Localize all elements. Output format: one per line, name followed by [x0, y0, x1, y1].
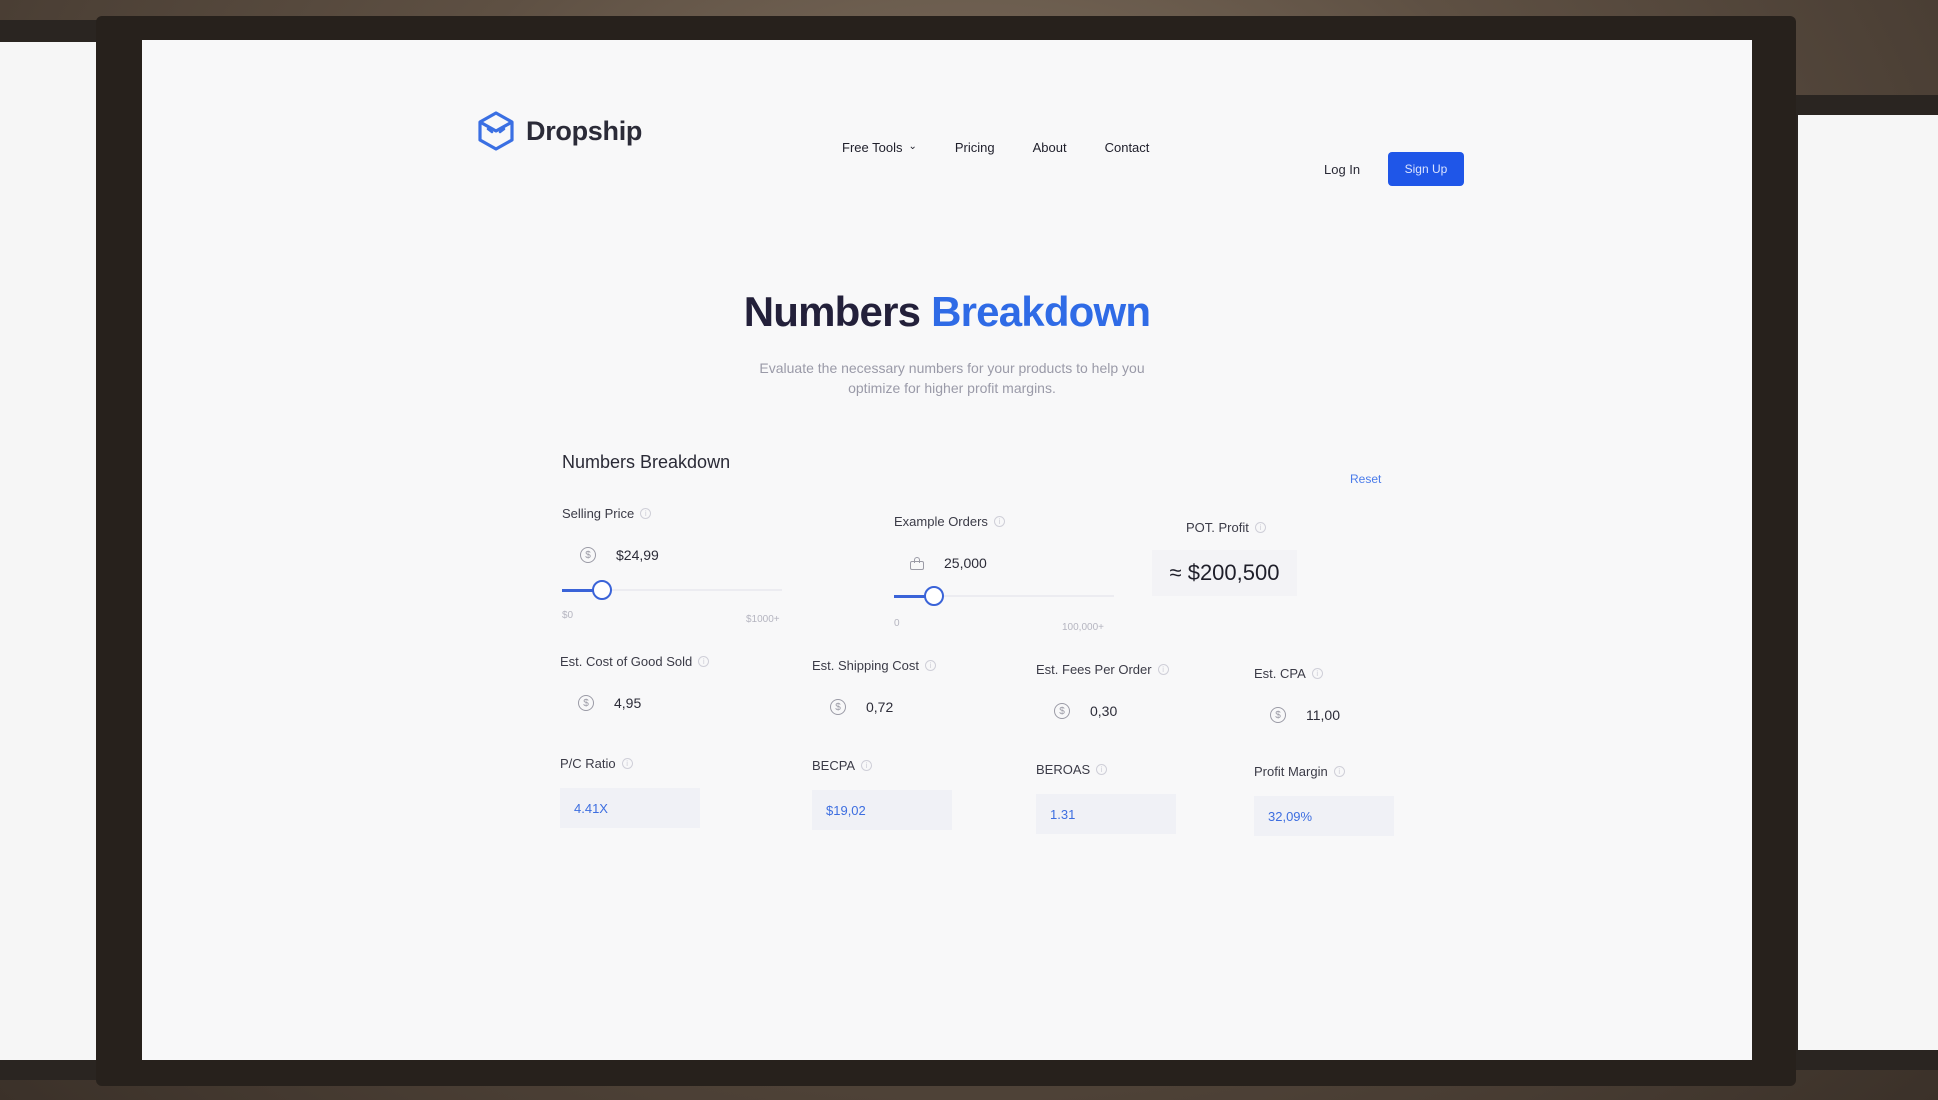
page-title-part2: Breakdown — [931, 288, 1151, 335]
nav-free-tools-label: Free Tools — [842, 140, 903, 155]
calculator-title: Numbers Breakdown — [562, 452, 731, 472]
brand-logo[interactable]: Dropship — [476, 110, 642, 152]
selling-price-input[interactable]: $ $24,99 — [580, 540, 659, 570]
page-subtitle: Evaluate the necessary numbers for your … — [759, 360, 1145, 396]
shipping-cost-label: Est. Shipping Cost i — [812, 658, 936, 673]
page-title-part1: Numbers — [743, 288, 921, 335]
cpa-label: Est. CPA i — [1254, 666, 1323, 681]
nav-contact[interactable]: Contact — [1105, 140, 1150, 155]
becpa-value: $19,02 — [812, 790, 952, 830]
example-orders-value: 25,000 — [944, 555, 987, 571]
background-monitor-right — [1780, 95, 1938, 1070]
cost-good-sold-label: Est. Cost of Good Sold i — [560, 654, 710, 669]
dollar-coin-icon: $ — [578, 695, 594, 711]
becpa-label-text: BECPA — [812, 758, 856, 773]
brand-name: Dropship — [526, 115, 643, 146]
nav-about[interactable]: About — [1033, 140, 1067, 155]
selling-price-slider[interactable] — [562, 580, 782, 600]
selling-price-label: Selling Price i — [562, 506, 652, 521]
signup-button[interactable]: Sign Up — [1388, 152, 1464, 186]
selling-price-max: $1000+ — [746, 614, 780, 625]
shopping-bag-icon — [910, 556, 924, 570]
cost-good-sold-input[interactable]: $ 4,95 — [578, 688, 641, 718]
fees-per-order-input[interactable]: $ 0,30 — [1054, 696, 1117, 726]
page-title: Numbers Breakdown — [142, 288, 1752, 336]
cpa-label-text: Est. CPA — [1254, 666, 1306, 681]
dollar-coin-icon: $ — [580, 547, 596, 563]
pc-ratio-label: P/C Ratio i — [560, 756, 633, 771]
login-link[interactable]: Log In — [1324, 162, 1360, 177]
pot-profit-label-text: POT. Profit — [1186, 520, 1249, 535]
reset-button[interactable]: Reset — [1350, 472, 1381, 486]
profit-margin-value: 32,09% — [1254, 796, 1394, 836]
fees-per-order-label-text: Est. Fees Per Order — [1036, 662, 1152, 677]
selling-price-label-text: Selling Price — [562, 506, 635, 521]
monitor-frame: Dropship Free Tools ⌄ Pricing About Cont… — [96, 16, 1796, 1086]
cpa-input[interactable]: $ 11,00 — [1270, 700, 1340, 730]
example-orders-slider[interactable] — [894, 586, 1114, 606]
selling-price-min: $0 — [562, 610, 574, 621]
info-icon[interactable]: i — [861, 760, 873, 771]
shipping-cost-input[interactable]: $ 0,72 — [830, 692, 893, 722]
screen: Dropship Free Tools ⌄ Pricing About Cont… — [142, 40, 1752, 1060]
profit-margin-label: Profit Margin i — [1254, 764, 1345, 779]
pc-ratio-value: 4.41X — [560, 788, 700, 828]
info-icon[interactable]: i — [993, 516, 1005, 527]
selling-price-value: $24,99 — [616, 547, 659, 563]
beroas-value: 1.31 — [1036, 794, 1176, 834]
profit-margin-label-text: Profit Margin — [1254, 764, 1328, 779]
nav-free-tools[interactable]: Free Tools ⌄ — [842, 140, 917, 155]
dollar-coin-icon: $ — [1270, 707, 1286, 723]
info-icon[interactable]: i — [924, 660, 936, 671]
example-orders-label: Example Orders i — [894, 514, 1005, 529]
cost-good-sold-label-text: Est. Cost of Good Sold — [560, 654, 693, 669]
dollar-coin-icon: $ — [1054, 703, 1070, 719]
pot-profit-value: ≈ $200,500 — [1152, 550, 1297, 596]
info-icon[interactable]: i — [698, 656, 710, 667]
example-orders-max: 100,000+ — [1062, 622, 1104, 633]
info-icon[interactable]: i — [1254, 522, 1266, 533]
nav-pricing[interactable]: Pricing — [955, 140, 995, 155]
fees-per-order-label: Est. Fees Per Order i — [1036, 662, 1169, 677]
example-orders-min: 0 — [894, 618, 900, 629]
info-icon[interactable]: i — [1311, 668, 1323, 679]
shipping-cost-label-text: Est. Shipping Cost — [812, 658, 919, 673]
info-icon[interactable]: i — [1333, 766, 1345, 777]
chevron-down-icon: ⌄ — [908, 141, 917, 152]
selling-price-slider-thumb[interactable] — [592, 580, 612, 600]
info-icon[interactable]: i — [1157, 664, 1169, 675]
pot-profit-label: POT. Profit i — [1186, 520, 1266, 535]
info-icon[interactable]: i — [621, 758, 633, 769]
dollar-coin-icon: $ — [830, 699, 846, 715]
example-orders-input[interactable]: 25,000 — [910, 548, 987, 578]
dropship-logo-icon — [478, 111, 514, 151]
main-nav: Free Tools ⌄ Pricing About Contact — [842, 140, 1149, 155]
becpa-label: BECPA i — [812, 758, 873, 773]
example-orders-slider-thumb[interactable] — [924, 586, 944, 606]
fees-per-order-value: 0,30 — [1090, 703, 1118, 719]
cpa-value: 11,00 — [1306, 707, 1340, 723]
example-orders-label-text: Example Orders — [894, 514, 988, 529]
cost-good-sold-value: 4,95 — [614, 695, 642, 711]
beroas-label: BEROAS i — [1036, 762, 1108, 777]
info-icon[interactable]: i — [640, 508, 652, 519]
info-icon[interactable]: i — [1096, 764, 1108, 775]
beroas-label-text: BEROAS — [1036, 762, 1091, 777]
shipping-cost-value: 0,72 — [866, 699, 894, 715]
pc-ratio-label-text: P/C Ratio — [560, 756, 616, 771]
